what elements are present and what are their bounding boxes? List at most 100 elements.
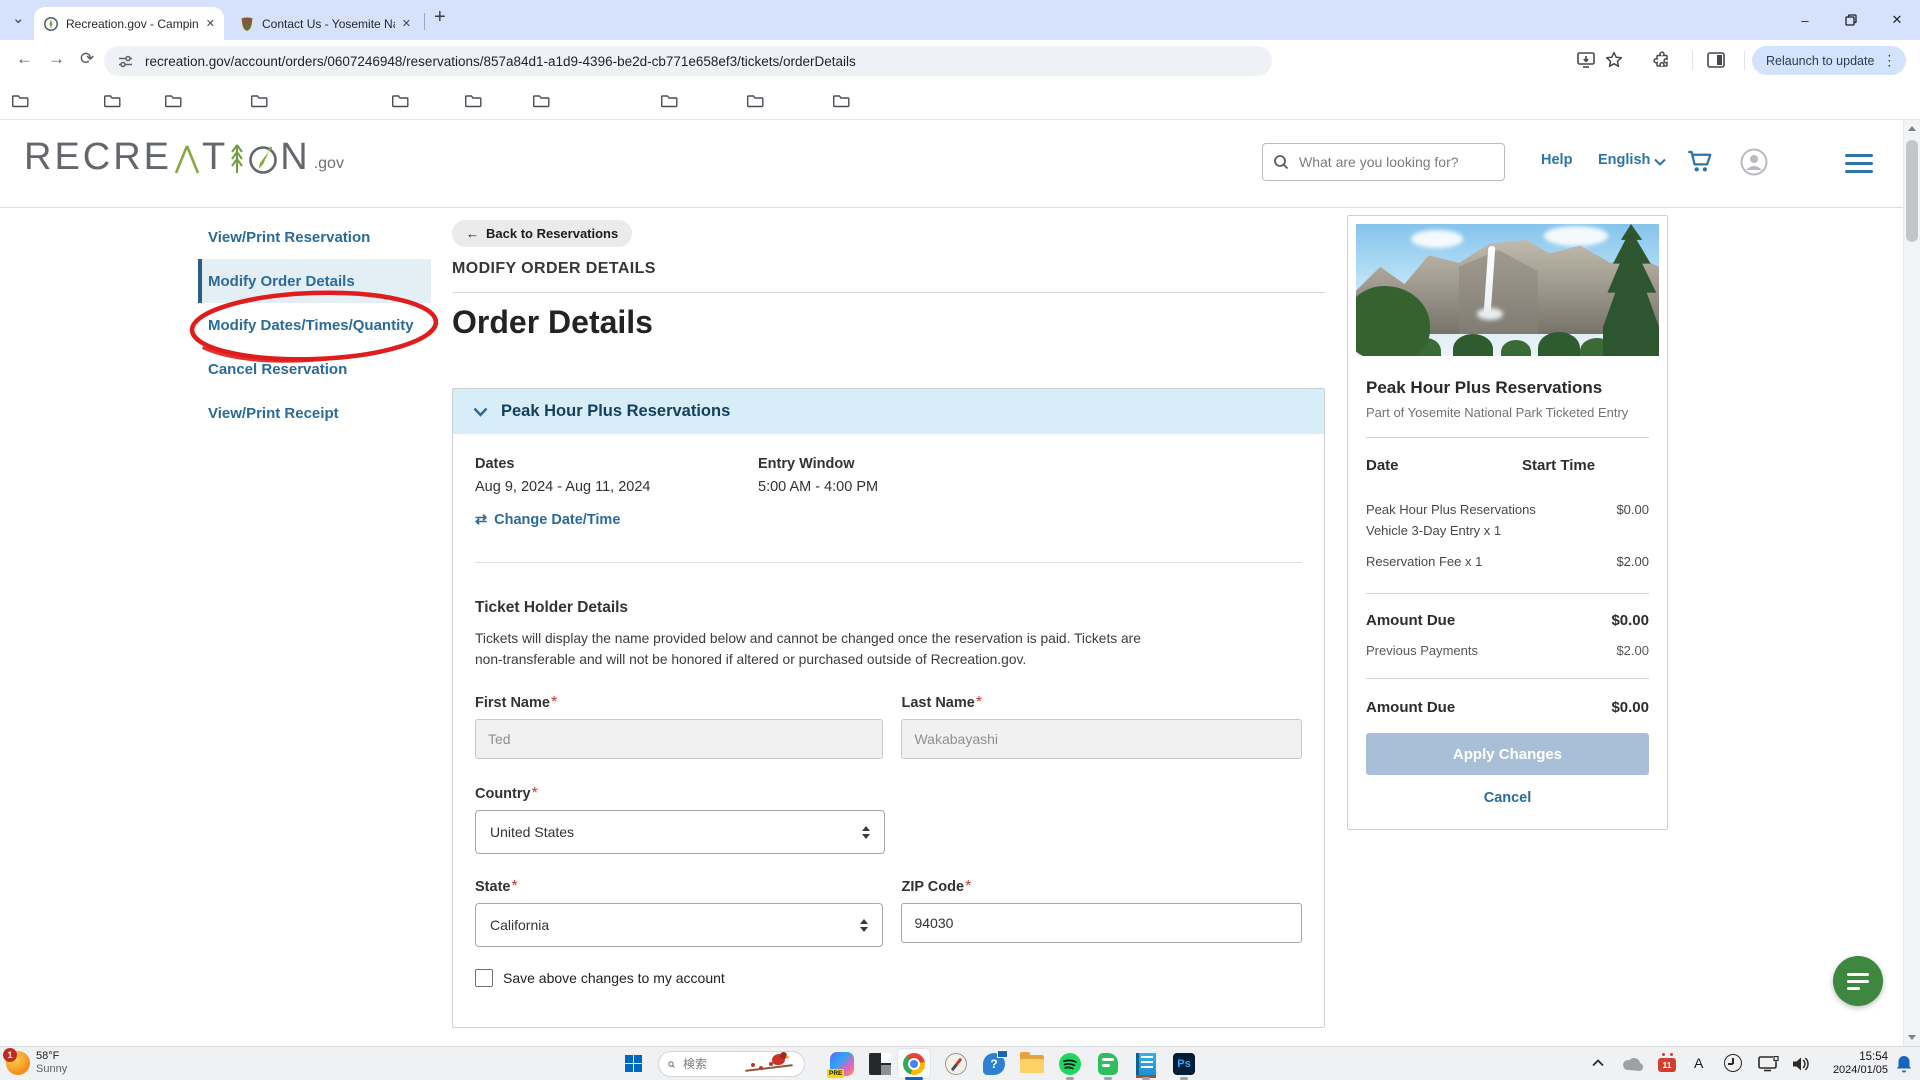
line-item-amount: $0.00 [1616,502,1649,517]
network-display-icon[interactable] [1758,1056,1780,1072]
recreation-compass-favicon [44,16,58,31]
line-item-name: Reservation Fee x 1 [1366,554,1483,569]
side-panel-icon[interactable] [1706,50,1726,70]
save-to-account-checkbox[interactable] [475,969,493,988]
back-to-reservations-link[interactable]: ← Back to Reservations [452,220,633,247]
onedrive-cloud-icon[interactable] [1622,1057,1644,1071]
sidebar-item-view-print-receipt[interactable]: View/Print Receipt [198,391,431,435]
forward-button[interactable]: → [48,49,65,69]
copilot-app-icon[interactable]: PRE [827,1052,854,1078]
section-divider [452,292,1325,293]
hamburger-menu-icon[interactable] [1845,154,1873,178]
photoshop-app-icon[interactable]: Ps [1172,1052,1196,1076]
apply-changes-button[interactable]: Apply Changes [1366,733,1649,775]
taskbar-search-box[interactable] [658,1051,805,1077]
ime-language-indicator[interactable]: A [1694,1055,1703,1071]
tab-close-icon[interactable]: ✕ [206,17,215,30]
bookmark-star-icon[interactable] [1604,50,1624,70]
bookmark-folder-icon[interactable] [747,93,764,108]
page-scrollbar[interactable] [1903,120,1920,1046]
url-input[interactable] [143,52,1258,70]
file-explorer-icon[interactable] [1020,1052,1044,1076]
back-link-label: Back to Reservations [486,226,619,241]
recreation-logo[interactable]: RECRE T N .gov [24,138,344,176]
evernote-app-icon[interactable] [1096,1052,1120,1076]
contrast-app-icon[interactable] [868,1052,892,1076]
logo-text: N [280,136,311,178]
site-search-input[interactable] [1297,153,1494,171]
volume-icon[interactable] [1792,1056,1811,1072]
card-divider [475,562,1302,563]
first-name-field[interactable] [475,719,884,760]
taskbar-search-input[interactable] [681,1056,737,1072]
yosemite-falls-photo [1356,224,1659,356]
spotify-app-icon[interactable] [1058,1052,1082,1076]
security-tray-icon[interactable]: 11 [1658,1053,1676,1072]
window-restore-button[interactable] [1842,11,1860,29]
reload-button[interactable]: ⟳ [80,49,94,69]
tab-close-icon[interactable]: ✕ [402,17,411,30]
help-link[interactable]: Help [1541,152,1572,168]
country-select[interactable]: United States [475,810,885,855]
clock-tray-icon[interactable] [1724,1054,1742,1072]
notes-app-icon[interactable] [1134,1052,1158,1078]
sidebar-item-cancel-reservation[interactable]: Cancel Reservation [198,347,431,391]
bookmark-folder-icon[interactable] [104,93,121,108]
order-side-nav: View/Print Reservation Modify Order Deta… [198,215,431,435]
search-icon [1274,155,1289,170]
bookmark-folder-icon[interactable] [661,93,678,108]
zip-code-field[interactable] [901,903,1302,944]
account-avatar-icon[interactable] [1740,148,1768,176]
chat-widget-button[interactable] [1833,956,1883,1006]
window-minimize-button[interactable]: – [1796,11,1814,29]
tab-yosemite-contact[interactable]: Contact Us - Yosemite National ✕ [230,7,420,40]
tray-chevron-up-icon[interactable] [1592,1059,1604,1067]
logo-tree-icon [231,144,244,173]
chrome-menu-kebab-icon[interactable]: ⋮ [1882,52,1896,69]
chrome-active-tile[interactable] [897,1048,931,1079]
sidebar-item-view-print-reservation[interactable]: View/Print Reservation [198,215,431,259]
browser-tab-strip: ⌄ Recreation.gov - Camping, Cabi ✕ Conta… [0,0,1920,40]
back-button[interactable]: ← [16,49,33,69]
bookmark-folder-icon[interactable] [465,93,482,108]
tab-search-caret-icon[interactable]: ⌄ [12,9,25,27]
new-tab-button[interactable]: + [434,6,446,29]
help-mail-app-icon[interactable]: ? [982,1050,1008,1076]
windows-start-button[interactable] [625,1055,642,1072]
logo-text: RECRE [24,136,173,178]
sidebar-item-modify-dates-times-quantity[interactable]: Modify Dates/Times/Quantity [198,303,431,347]
extensions-puzzle-icon[interactable] [1652,50,1672,70]
cart-icon[interactable] [1686,148,1713,175]
address-bar[interactable] [104,46,1272,76]
bookmark-folder-icon[interactable] [833,93,850,108]
bookmark-folder-icon[interactable] [251,93,268,108]
tab-recreation-gov[interactable]: Recreation.gov - Camping, Cabi ✕ [34,7,224,40]
install-app-icon[interactable] [1576,50,1596,70]
total-due-value: $0.00 [1611,699,1649,716]
total-due-row: Amount Due $0.00 [1366,699,1649,716]
restore-icon [1845,14,1857,26]
change-date-time-link[interactable]: ⇄ Change Date/Time [475,512,1302,528]
tray-clock[interactable]: 15:54 2024/01/05 [1822,1051,1888,1077]
state-select[interactable]: California [475,903,884,948]
scrollbar-thumb[interactable] [1906,140,1918,242]
relaunch-to-update-button[interactable]: Relaunch to update ⋮ [1752,46,1907,75]
site-settings-tune-icon[interactable] [118,54,133,69]
window-close-button[interactable]: ✕ [1888,11,1906,29]
bookmark-folder-icon[interactable] [165,93,182,108]
bookmark-folder-icon[interactable] [533,93,550,108]
sidebar-item-modify-order-details[interactable]: Modify Order Details [198,259,431,303]
cancel-link[interactable]: Cancel [1366,790,1649,806]
bookmark-folder-icon[interactable] [12,93,29,108]
language-selector[interactable]: English [1598,152,1650,168]
summary-title: Peak Hour Plus Reservations [1366,378,1603,397]
accordion-header[interactable]: Peak Hour Plus Reservations [453,389,1324,434]
taskbar-weather-widget[interactable]: 1 58°F Sunny [3,1048,67,1076]
last-name-field[interactable] [901,719,1302,760]
notification-bell-icon[interactable] [1896,1055,1912,1073]
scroll-down-arrow[interactable] [1908,1035,1916,1040]
scroll-up-arrow[interactable] [1908,126,1916,131]
compass-app-icon[interactable] [944,1052,968,1076]
site-search-box[interactable] [1262,143,1505,181]
bookmark-folder-icon[interactable] [392,93,409,108]
